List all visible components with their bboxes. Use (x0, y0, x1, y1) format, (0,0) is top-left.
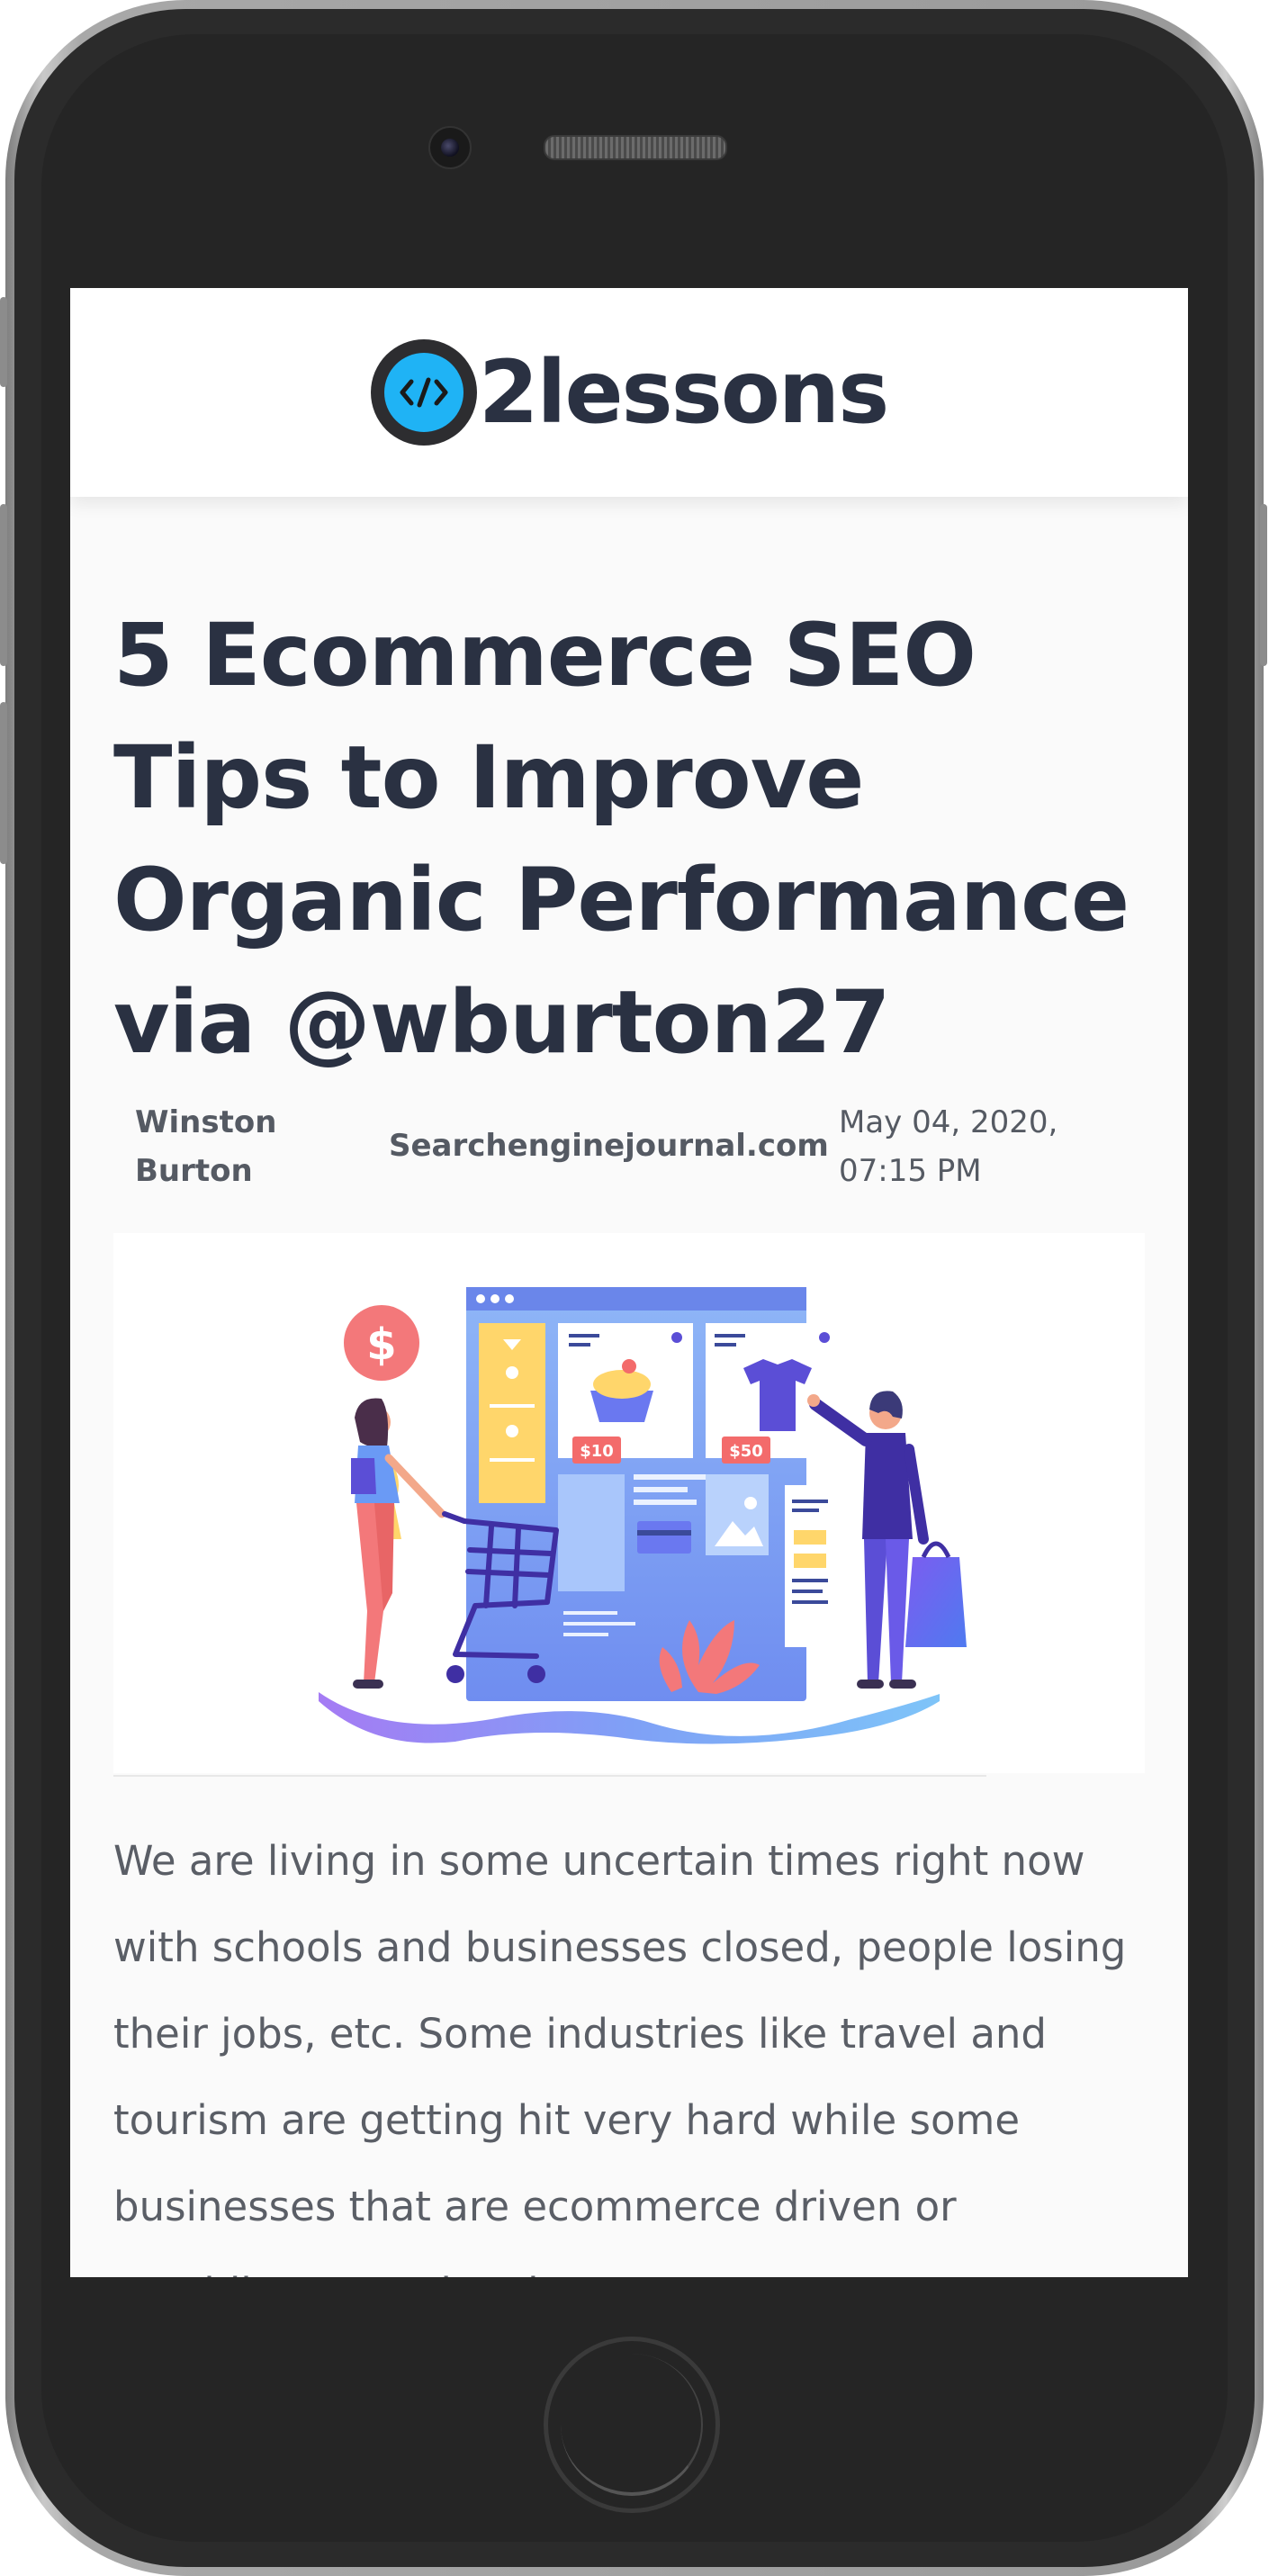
logo-wordmark[interactable]: 2lessons (479, 349, 890, 436)
article-meta: Winston Burton Searchenginejournal.com M… (70, 1098, 1188, 1197)
source-link[interactable]: Searchenginejournal.com (389, 1121, 829, 1170)
front-camera-icon (428, 126, 472, 169)
home-button[interactable] (544, 2337, 720, 2513)
author-name: Winston Burton (135, 1104, 277, 1189)
app-header: 2lessons (70, 288, 1188, 497)
article-title[interactable]: 5 Ecommerce SEO Tips to Improve Organic … (113, 594, 1157, 1084)
article-hero-image[interactable]: $10 $50 $ (113, 1233, 1145, 1773)
mute-switch (0, 297, 7, 387)
dollar-coin-icon: $ (366, 1320, 396, 1370)
volume-down-button (0, 702, 7, 864)
power-button (1260, 504, 1267, 666)
price-tag-10: $10 (580, 1442, 614, 1461)
earpiece-speaker (544, 135, 727, 160)
logo-badge[interactable] (370, 339, 477, 446)
code-icon (400, 377, 448, 408)
price-tag-50: $50 (729, 1442, 763, 1461)
volume-up-button (0, 504, 7, 666)
ecommerce-illustration: $10 $50 $ (319, 1287, 967, 1744)
screen: 2lessons 5 Ecommerce SEO Tips to Improve… (70, 288, 1188, 2277)
article-excerpt[interactable]: We are living in some uncertain times ri… (113, 1818, 1157, 2277)
hero-divider (113, 1775, 986, 1777)
publish-date: May 04, 2020, 07:15 PM (839, 1104, 1058, 1189)
